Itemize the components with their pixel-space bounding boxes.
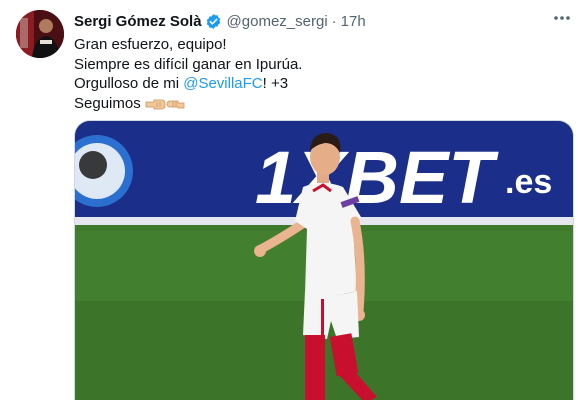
board-text: 1XBET: [255, 136, 499, 219]
verified-badge-icon: [205, 13, 222, 30]
tweet-line-2: Siempre es difícil ganar en Ipurúa.: [74, 55, 303, 73]
author-avatar[interactable]: [16, 10, 64, 58]
tweet-line-1: Gran esfuerzo, equipo!: [74, 36, 227, 53]
tweet-media[interactable]: 1XBET .es: [74, 120, 574, 400]
board-suffix: .es: [505, 163, 552, 201]
avatar-photo: [16, 10, 64, 58]
mention-link[interactable]: @SevillaFC: [183, 75, 262, 92]
tweet-line-4-text: Seguimos: [74, 94, 141, 112]
author-handle[interactable]: @gomez_sergi: [227, 13, 328, 30]
tweet-header: Sergi Gómez Solà @gomez_sergi · 17h: [74, 11, 548, 31]
tweet-line-3-after: ! +3: [262, 75, 289, 92]
author-name[interactable]: Sergi Gómez Solà: [74, 13, 202, 30]
tweet-line-3-before: Orgulloso de mi: [74, 75, 184, 92]
tweet-timestamp[interactable]: 17h: [341, 13, 366, 30]
more-options-button[interactable]: [550, 8, 574, 28]
header-separator: ·: [331, 12, 337, 30]
tweet-line-3: Orgulloso de mi @SevillaFC! +3: [74, 74, 574, 94]
tweet-text: Gran esfuerzo, equipo! Siempre es difíci…: [74, 35, 574, 116]
fist-bump-emoji-icon: [145, 97, 185, 117]
match-photo: 1XBET .es: [75, 121, 573, 400]
tweet-line-4: Seguimos: [74, 94, 574, 117]
more-horizontal-icon: [554, 16, 570, 20]
